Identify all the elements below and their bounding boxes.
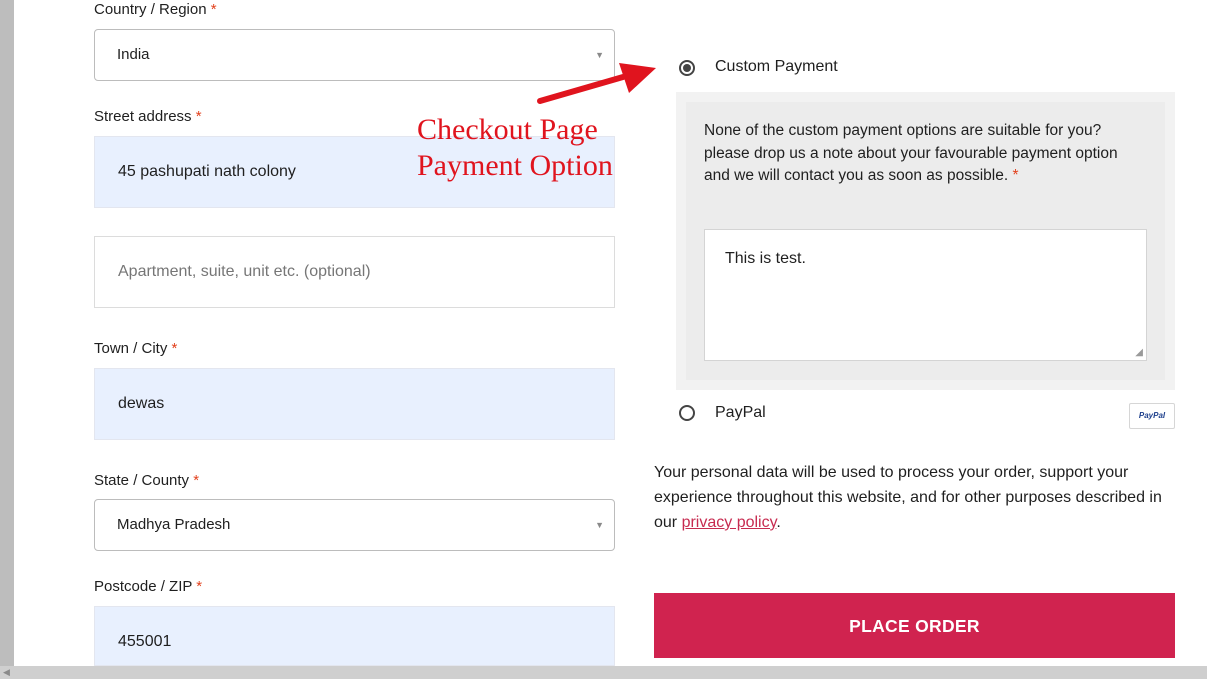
required-marker: * [195, 108, 202, 125]
annotation-arrow-icon [537, 63, 656, 104]
paypal-radio[interactable] [679, 405, 695, 421]
apartment-placeholder: Apartment, suite, unit etc. (optional) [118, 263, 371, 280]
horizontal-scrollbar[interactable]: ◀ [0, 666, 1207, 679]
payment-note-value: This is test. [725, 250, 806, 267]
annotation-line-2: Payment Option [417, 149, 613, 182]
country-label: Country / Region * [94, 1, 217, 18]
paypal-logo-text: PayPal [1138, 411, 1166, 420]
annotation-line-1: Checkout Page [417, 113, 598, 146]
required-marker: * [171, 340, 178, 357]
state-label-text: State / County [94, 472, 190, 489]
city-label-text: Town / City [94, 340, 168, 357]
city-input[interactable]: dewas [94, 368, 615, 440]
paypal-logo-icon: PayPal [1129, 403, 1175, 429]
country-value: India [117, 46, 150, 63]
required-marker: * [210, 1, 217, 18]
vertical-scroll-strip[interactable] [0, 0, 14, 666]
city-value: dewas [118, 395, 165, 412]
postcode-value: 455001 [118, 633, 172, 650]
city-label: Town / City * [94, 340, 177, 357]
postcode-label-text: Postcode / ZIP [94, 578, 193, 595]
privacy-notice: Your personal data will be used to proce… [654, 460, 1175, 535]
state-label: State / County * [94, 472, 199, 489]
apartment-input[interactable]: Apartment, suite, unit etc. (optional) [94, 236, 615, 308]
state-select[interactable]: Madhya Pradesh ▼ [94, 499, 615, 551]
custom-payment-description-text: None of the custom payment options are s… [704, 122, 1118, 184]
street-label-text: Street address [94, 108, 192, 125]
scroll-left-icon[interactable]: ◀ [3, 666, 10, 679]
required-marker: * [193, 472, 200, 489]
annotation-text: Checkout Page Payment Option [417, 112, 613, 184]
custom-payment-panel: None of the custom payment options are s… [676, 92, 1175, 390]
postcode-input[interactable]: 455001 [94, 606, 615, 666]
privacy-text-end: . [776, 514, 781, 531]
required-marker: * [1012, 167, 1019, 184]
street-address-value: 45 pashupati nath colony [118, 163, 296, 180]
postcode-label: Postcode / ZIP * [94, 578, 202, 595]
required-marker: * [196, 578, 203, 595]
paypal-label[interactable]: PayPal [715, 404, 766, 422]
resize-grip-icon[interactable]: ◢ [1135, 347, 1143, 358]
custom-payment-description: None of the custom payment options are s… [704, 120, 1144, 188]
state-value: Madhya Pradesh [117, 516, 231, 533]
custom-payment-radio[interactable] [679, 60, 695, 76]
street-label: Street address * [94, 108, 202, 125]
custom-payment-panel-inner: None of the custom payment options are s… [686, 102, 1165, 380]
chevron-down-icon: ▼ [595, 520, 604, 530]
country-label-text: Country / Region [94, 1, 207, 18]
payment-note-textarea[interactable]: This is test. ◢ [704, 229, 1147, 361]
privacy-policy-link[interactable]: privacy policy [682, 514, 777, 531]
custom-payment-label[interactable]: Custom Payment [715, 58, 838, 76]
place-order-button[interactable]: PLACE ORDER [654, 593, 1175, 658]
